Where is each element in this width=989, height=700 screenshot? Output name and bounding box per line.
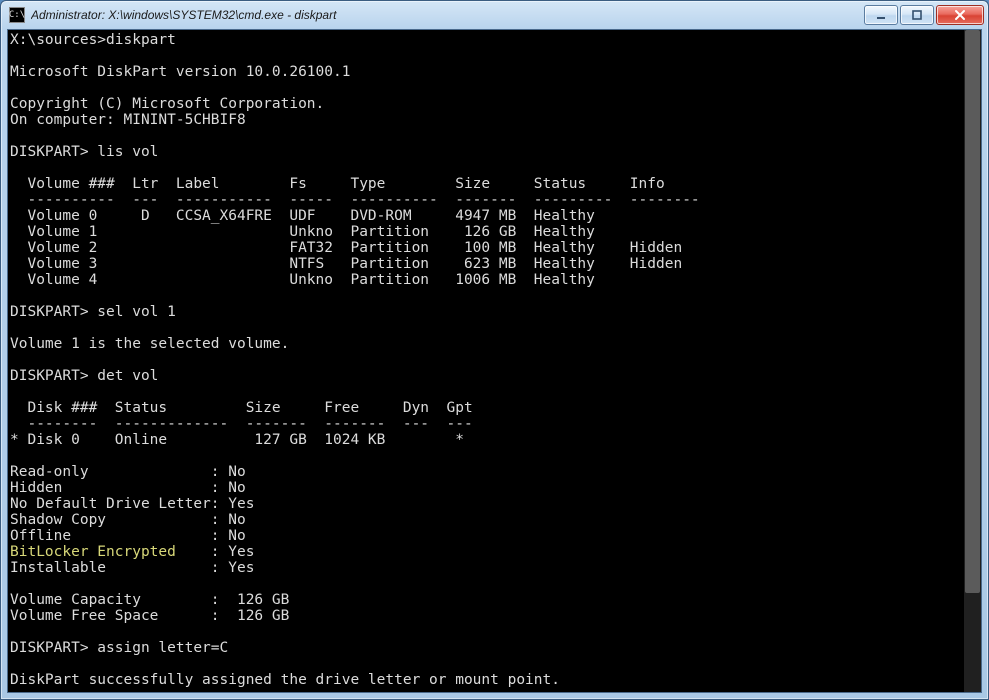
window-buttons bbox=[864, 5, 984, 25]
maximize-button[interactable] bbox=[900, 5, 934, 25]
minimize-button[interactable] bbox=[864, 5, 898, 25]
cmd-window: C:\ Administrator: X:\windows\SYSTEM32\c… bbox=[0, 0, 989, 700]
maximize-icon bbox=[911, 9, 923, 21]
client-area: X:\sources>diskpart Microsoft DiskPart v… bbox=[7, 29, 982, 693]
cmd-icon: C:\ bbox=[9, 7, 25, 23]
close-button[interactable] bbox=[936, 5, 984, 25]
close-icon bbox=[953, 9, 967, 21]
vertical-scrollbar[interactable] bbox=[964, 30, 981, 692]
window-title: Administrator: X:\windows\SYSTEM32\cmd.e… bbox=[31, 8, 858, 22]
titlebar[interactable]: C:\ Administrator: X:\windows\SYSTEM32\c… bbox=[1, 1, 988, 29]
terminal-output[interactable]: X:\sources>diskpart Microsoft DiskPart v… bbox=[8, 30, 964, 692]
scrollbar-track[interactable] bbox=[964, 30, 981, 692]
scrollbar-thumb[interactable] bbox=[965, 30, 980, 593]
minimize-icon bbox=[875, 9, 887, 21]
